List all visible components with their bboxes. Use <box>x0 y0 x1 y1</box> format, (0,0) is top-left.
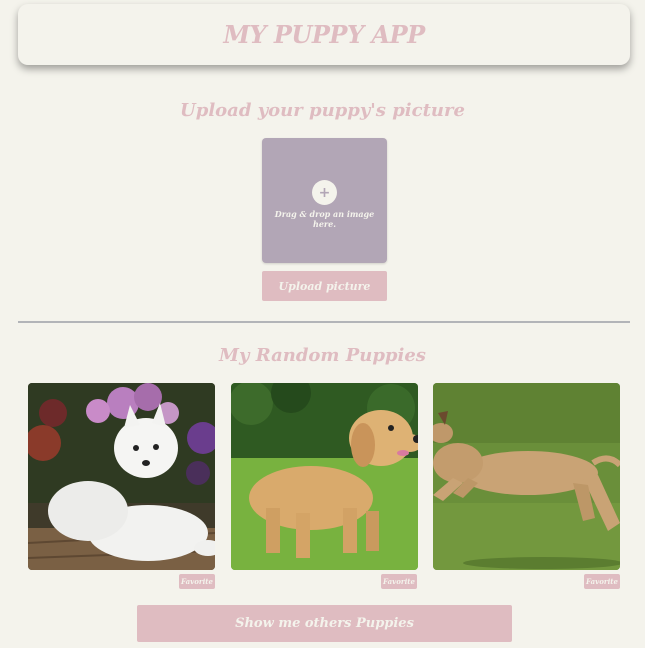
app-header: MY PUPPY APP <box>18 4 630 65</box>
dropzone-hint: Drag & drop an image here. <box>274 209 375 229</box>
favorite-button-3[interactable]: Favorite <box>584 574 620 589</box>
section-divider <box>18 321 630 323</box>
white-spitz-photo <box>28 383 215 570</box>
puppy-card-golden-retriever <box>231 383 418 570</box>
image-dropzone[interactable]: + Drag & drop an image here. <box>262 138 387 263</box>
golden-retriever-photo <box>231 383 418 570</box>
show-more-puppies-button[interactable]: Show me others Puppies <box>137 605 512 642</box>
favorite-button-2[interactable]: Favorite <box>381 574 417 589</box>
running-greyhound-photo <box>433 383 620 570</box>
random-puppies-title: My Random Puppies <box>219 345 426 366</box>
upload-picture-button[interactable]: Upload picture <box>262 271 387 301</box>
add-image-icon[interactable]: + <box>312 180 337 205</box>
puppy-card-white-spitz <box>28 383 215 570</box>
app-title: MY PUPPY APP <box>223 20 425 49</box>
upload-section-title: Upload your puppy's picture <box>180 100 465 121</box>
favorite-button-1[interactable]: Favorite <box>179 574 215 589</box>
puppy-card-running-greyhound <box>433 383 620 570</box>
